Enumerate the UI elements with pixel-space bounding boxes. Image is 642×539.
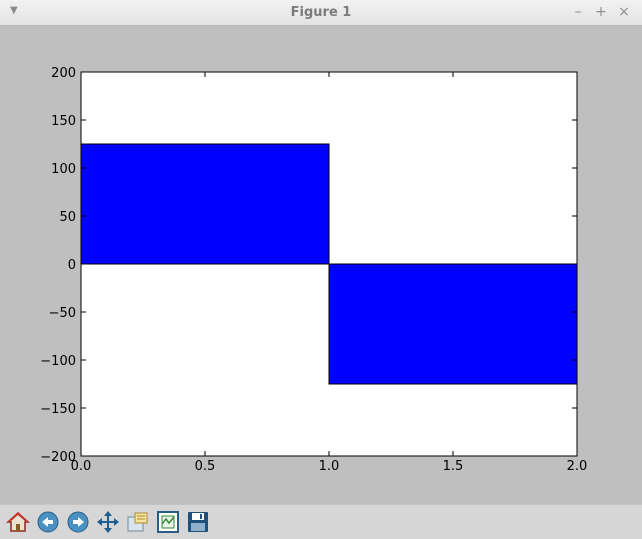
x-tick-label-3: 1.5 (443, 459, 464, 474)
navigation-toolbar (0, 504, 642, 539)
pan-icon[interactable] (95, 509, 121, 535)
window-title: Figure 1 (290, 5, 352, 20)
bar-0 (80, 143, 330, 265)
close-icon[interactable]: × (616, 4, 632, 20)
back-icon[interactable] (35, 509, 61, 535)
y-tick-label-3: 50 (59, 210, 76, 225)
y-tick-label-5: −50 (49, 306, 76, 321)
x-tick-label-1: 0.5 (195, 459, 216, 474)
zoom-icon[interactable] (125, 509, 151, 535)
y-tick-label-6: −100 (40, 354, 76, 369)
title-bar[interactable]: ▼ Figure 1 – + × (0, 0, 642, 26)
figure-canvas[interactable]: 0.0 0.5 1.0 1.5 2.0 200 150 100 50 0 −50 −100 −150 −2… (0, 26, 642, 504)
home-icon[interactable] (5, 509, 31, 535)
configure-subplots-icon[interactable] (155, 509, 181, 535)
y-tick-label-0: 200 (51, 66, 76, 81)
forward-icon[interactable] (65, 509, 91, 535)
y-tick-label-4: 0 (68, 258, 76, 273)
x-tick-label-4: 2.0 (567, 459, 588, 474)
maximize-icon[interactable]: + (593, 4, 609, 20)
y-tick-label-1: 150 (51, 114, 76, 129)
y-tick-label-7: −150 (40, 402, 76, 417)
save-icon[interactable] (185, 509, 211, 535)
x-tick-label-2: 1.0 (319, 459, 340, 474)
y-tick-label-2: 100 (51, 162, 76, 177)
y-tick-label-8: −200 (40, 450, 76, 465)
bar-chart: 0.0 0.5 1.0 1.5 2.0200150100500−50−100−150−2… (40, 66, 588, 474)
minimize-icon[interactable]: – (570, 4, 586, 20)
bar-1 (328, 263, 578, 385)
